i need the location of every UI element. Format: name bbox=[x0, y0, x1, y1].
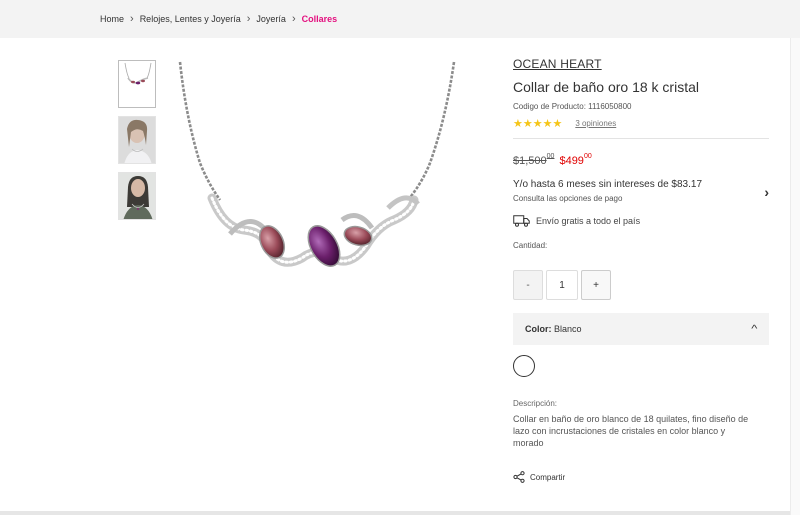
chevron-right-icon: › bbox=[130, 12, 134, 25]
truck-icon bbox=[513, 215, 530, 227]
quantity-stepper: - 1 + bbox=[513, 270, 769, 300]
increase-quantity-button[interactable]: + bbox=[581, 270, 611, 300]
installments-row[interactable]: Y/o hasta 6 meses sin intereses de $83.1… bbox=[513, 179, 769, 203]
share-button[interactable]: Compartir bbox=[513, 471, 769, 483]
product-sku: Codigo de Producto: 1116050800 bbox=[513, 102, 632, 111]
color-swatch-blanco[interactable] bbox=[513, 355, 535, 377]
sale-price: $49900 bbox=[559, 153, 592, 167]
share-label: Compartir bbox=[530, 472, 566, 482]
breadcrumb-joyeria[interactable]: Joyería bbox=[256, 14, 286, 24]
product-title: Collar de baño oro 18 k cristal bbox=[513, 79, 699, 95]
thumbnail-necklace[interactable] bbox=[118, 60, 156, 108]
chevron-right-icon: › bbox=[291, 12, 296, 25]
quantity-input[interactable]: 1 bbox=[546, 270, 578, 300]
bottom-divider bbox=[0, 511, 790, 515]
breadcrumb-relojes[interactable]: Relojes, Lentes y Joyería bbox=[140, 14, 241, 24]
payment-options-link[interactable]: Consulta las opciones de pago bbox=[513, 194, 769, 203]
installments-text: Y/o hasta 6 meses sin intereses de $83.1… bbox=[513, 179, 703, 190]
chevron-up-icon[interactable]: ^ bbox=[752, 324, 758, 335]
product-info: OCEAN HEART Collar de baño oro 18 k cris… bbox=[513, 57, 769, 483]
quantity-label: Cantidad: bbox=[513, 241, 548, 250]
product-main-image[interactable] bbox=[172, 58, 462, 278]
chevron-right-icon[interactable]: › bbox=[764, 184, 769, 200]
page-scrollbar[interactable] bbox=[790, 38, 800, 515]
chevron-right-icon: › bbox=[246, 12, 251, 25]
reviews-link[interactable]: 3 opiniones bbox=[575, 119, 616, 128]
share-icon bbox=[513, 471, 525, 483]
breadcrumb-home[interactable]: Home bbox=[100, 14, 124, 24]
price-block: $1,50000 $49900 bbox=[513, 153, 769, 167]
breadcrumb-bar: Home › Relojes, Lentes y Joyería › Joyer… bbox=[0, 0, 800, 38]
description-text: Collar en baño de oro blanco de 18 quila… bbox=[513, 414, 749, 448]
color-selector-header[interactable]: Color: Blanco ^ bbox=[513, 313, 769, 345]
description-label: Descripción: bbox=[513, 399, 558, 408]
brand-link[interactable]: OCEAN HEART bbox=[513, 57, 769, 71]
thumbnail-model-2[interactable] bbox=[118, 172, 156, 220]
thumbnail-list bbox=[118, 60, 158, 228]
decrease-quantity-button[interactable]: - bbox=[513, 270, 543, 300]
rating: ★★★★★ 3 opiniones bbox=[513, 117, 769, 130]
shipping-info: Envío gratis a todo el país bbox=[513, 215, 769, 227]
divider bbox=[513, 138, 769, 139]
breadcrumb-current: Collares bbox=[301, 14, 338, 24]
breadcrumb: Home › Relojes, Lentes y Joyería › Joyer… bbox=[100, 12, 338, 25]
old-price: $1,50000 bbox=[513, 153, 555, 167]
thumbnail-model-1[interactable] bbox=[118, 116, 156, 164]
star-rating-icon: ★★★★★ bbox=[513, 118, 563, 130]
shipping-text: Envío gratis a todo el país bbox=[536, 216, 641, 226]
color-label: Color: Blanco bbox=[525, 324, 582, 334]
